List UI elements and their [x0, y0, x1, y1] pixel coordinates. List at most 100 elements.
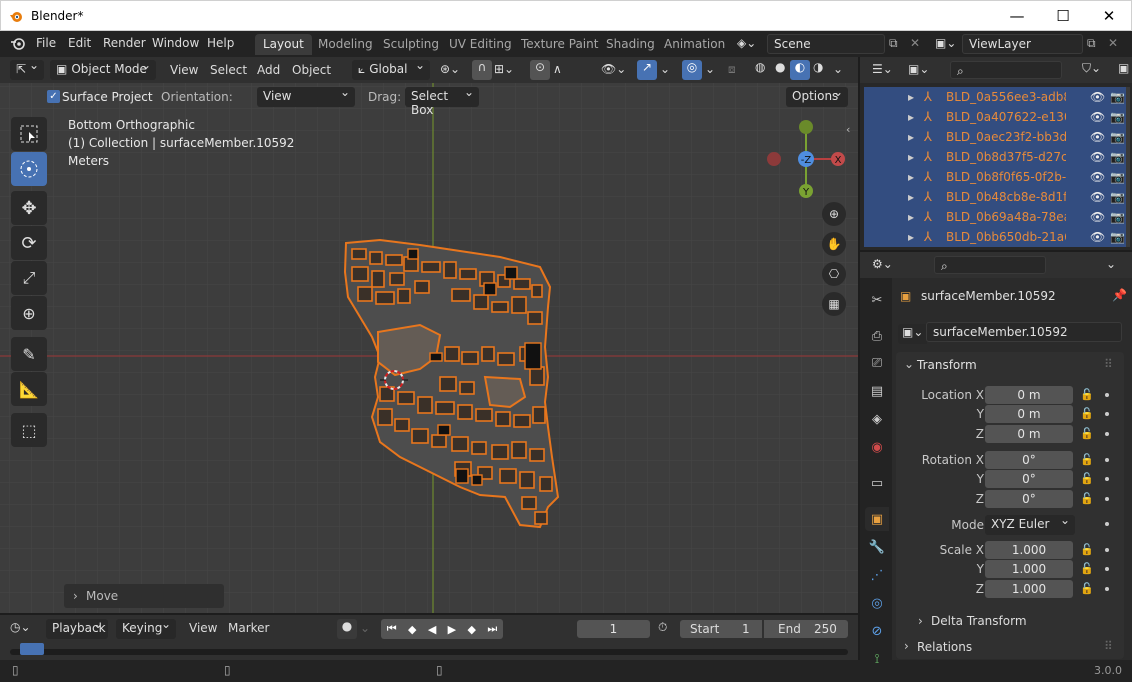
menu-view[interactable]: View	[170, 63, 198, 77]
proportional-edit-icon[interactable]: ⊙	[530, 60, 550, 80]
rotation-mode-dropdown[interactable]: XYZ Euler	[985, 513, 1075, 535]
preview-range-icon[interactable]: ⏱	[658, 620, 667, 635]
new-collection-icon[interactable]: ▣	[1118, 61, 1129, 75]
outliner-item[interactable]: ▸ ⅄ BLD_0aec23f2-bb3d-4d 👁 📷	[864, 127, 1126, 147]
timeline-view-menu[interactable]: View	[189, 621, 217, 635]
drag-dropdown[interactable]: Select Box	[405, 85, 479, 117]
lock-icon[interactable]: 🔓	[1080, 543, 1094, 556]
solid-shading-icon[interactable]: ●	[775, 60, 785, 74]
delete-view-layer-icon[interactable]: ✕	[1108, 36, 1118, 50]
pan-hand-icon[interactable]: ✋	[822, 232, 846, 256]
world-tab-icon[interactable]: ◉	[865, 435, 889, 459]
mode-dropdown[interactable]: ▣ Object Mode	[50, 58, 156, 80]
object-name-field[interactable]: surfaceMember.10592	[926, 322, 1122, 342]
eye-icon[interactable]: 👁	[1090, 230, 1105, 244]
scale-x-field[interactable]: 1.000	[985, 541, 1073, 559]
eye-icon[interactable]: 👁	[1090, 90, 1105, 104]
lock-icon[interactable]: 🔓	[1080, 427, 1094, 440]
tab-uv-editing[interactable]: UV Editing	[441, 34, 520, 55]
keyframe-dot[interactable]	[1105, 432, 1109, 436]
new-view-layer-icon[interactable]: ⧉	[1087, 36, 1096, 51]
tab-sculpting[interactable]: Sculpting	[375, 34, 447, 55]
start-frame-field[interactable]: Start 1	[680, 620, 762, 638]
playhead[interactable]	[20, 643, 44, 655]
data-tab-icon[interactable]: ⟟	[865, 647, 889, 671]
surface-project-checkbox[interactable]: ✓	[47, 90, 60, 103]
lock-icon[interactable]: 🔓	[1080, 582, 1094, 595]
visibility-icon[interactable]: 👁⌄	[601, 62, 626, 76]
chevron-right-icon[interactable]: ›	[918, 614, 923, 628]
annotate-tool[interactable]: ✎	[11, 337, 47, 371]
expand-arrow-icon[interactable]: ▸	[908, 170, 914, 184]
keyframe-dot[interactable]	[1105, 393, 1109, 397]
menu-add[interactable]: Add	[257, 63, 280, 77]
relations-panel[interactable]: › Relations ⠿	[896, 635, 1124, 659]
camera-render-icon[interactable]: 📷	[1110, 90, 1125, 104]
camera-render-icon[interactable]: 📷	[1110, 170, 1125, 184]
timeline-editor-icon[interactable]: ◷⌄	[10, 620, 31, 634]
properties-editor-icon[interactable]: ⚙⌄	[872, 257, 893, 271]
camera-icon[interactable]: ⎔	[822, 262, 846, 286]
add-cube-tool[interactable]: ⬚	[11, 413, 47, 447]
wireframe-shading-icon[interactable]: ◍	[755, 60, 765, 74]
tab-shading[interactable]: Shading	[598, 34, 663, 55]
delete-scene-icon[interactable]: ✕	[910, 36, 920, 50]
object-tab-icon[interactable]: ▣	[865, 507, 889, 531]
menu-object[interactable]: Object	[292, 63, 331, 77]
pivot-icon[interactable]: ⊛⌄	[440, 62, 460, 76]
play-reverse-icon[interactable]: ◀	[428, 623, 436, 636]
zoom-icon[interactable]: ⊕	[822, 202, 846, 226]
camera-render-icon[interactable]: 📷	[1110, 230, 1125, 244]
end-frame-field[interactable]: End 250	[764, 620, 848, 638]
eye-icon[interactable]: 👁	[1090, 150, 1105, 164]
material-shading-icon[interactable]: ◐	[790, 60, 810, 80]
gizmo-toggle-icon[interactable]: ↗	[637, 60, 657, 80]
location-x-field[interactable]: 0 m	[985, 386, 1073, 404]
camera-render-icon[interactable]: 📷	[1110, 210, 1125, 224]
overlay-dropdown-icon[interactable]: ⌄	[705, 62, 715, 76]
tab-animation[interactable]: Animation	[656, 34, 733, 55]
lock-icon[interactable]: 🔓	[1080, 388, 1094, 401]
tab-modeling[interactable]: Modeling	[310, 34, 381, 55]
expand-arrow-icon[interactable]: ▸	[908, 230, 914, 244]
prev-keyframe-icon[interactable]: ◆	[408, 623, 416, 636]
lock-icon[interactable]: 🔓	[1080, 492, 1094, 505]
eye-icon[interactable]: 👁	[1090, 110, 1105, 124]
scale-y-field[interactable]: 1.000	[985, 560, 1073, 578]
jump-start-icon[interactable]: ⏮	[387, 622, 397, 636]
collection-tab-icon[interactable]: ▭	[865, 471, 889, 495]
rotation-x-field[interactable]: 0°	[985, 451, 1073, 469]
record-icon[interactable]: ●	[337, 619, 357, 639]
transform-tool[interactable]: ⊕	[11, 296, 47, 330]
constraints-tab-icon[interactable]: ⊘	[865, 619, 889, 643]
cursor-tool[interactable]	[11, 152, 47, 186]
rotation-y-field[interactable]: 0°	[985, 470, 1073, 488]
menu-window[interactable]: Window	[152, 36, 199, 50]
orientation-dropdown[interactable]: View	[257, 85, 355, 107]
shading-dropdown-icon[interactable]: ⌄	[833, 62, 843, 76]
new-scene-icon[interactable]: ⧉	[889, 36, 898, 51]
menu-edit[interactable]: Edit	[68, 36, 91, 50]
jump-end-icon[interactable]: ⏭	[487, 622, 497, 636]
minimize-button[interactable]: —	[994, 1, 1040, 31]
keyframe-dot[interactable]	[1105, 548, 1109, 552]
keyframe-dot[interactable]	[1105, 567, 1109, 571]
scene-icon[interactable]: ◈⌄	[737, 36, 756, 50]
move-tool[interactable]: ✥	[11, 191, 47, 225]
outliner-item[interactable]: ▸ ⅄ BLD_0b8f0f65-0f2b-4d3 👁 📷	[864, 167, 1126, 187]
menu-file[interactable]: File	[36, 36, 56, 50]
lock-icon[interactable]: 🔓	[1080, 407, 1094, 420]
data-browse-icon[interactable]: ▣⌄	[898, 324, 928, 344]
properties-options-icon[interactable]: ⌄	[1106, 257, 1116, 271]
location-z-field[interactable]: 0 m	[985, 425, 1073, 443]
properties-search-input[interactable]: ⌕	[934, 256, 1046, 274]
expand-arrow-icon[interactable]: ▸	[908, 130, 914, 144]
filter-icon[interactable]: ⛉⌄	[1082, 61, 1101, 76]
next-keyframe-icon[interactable]: ◆	[468, 623, 476, 636]
transform-orientation-dropdown[interactable]: ⟀ Global	[352, 58, 430, 80]
3d-viewport[interactable]: ✥ ⟳ ⤢ ⊕ ✎ 📐 ⬚ Bottom Orthographic (1) Co…	[0, 57, 858, 613]
editor-type-button[interactable]: ⇱	[10, 58, 44, 80]
outliner-item[interactable]: ▸ ⅄ BLD_0b48cb8e-8d1f-41 👁 📷	[864, 187, 1126, 207]
select-box-tool[interactable]	[11, 117, 47, 151]
view-layer-tab-icon[interactable]: ▤	[865, 379, 889, 403]
